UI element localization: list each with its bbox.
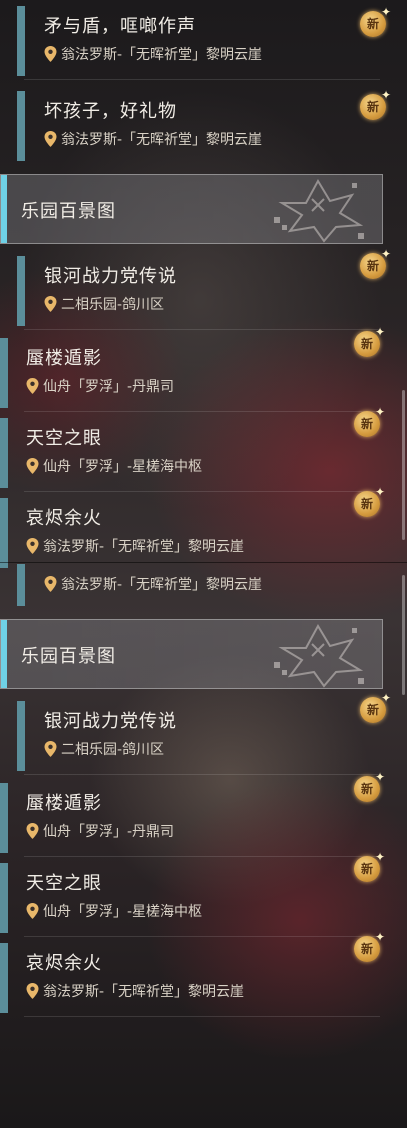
pane-seam — [0, 562, 407, 563]
quest-accent-bar — [0, 863, 8, 933]
quest-accent-bar — [17, 6, 25, 76]
quest-location: 翁法罗斯-「无晖祈堂」黎明云崖 — [44, 574, 262, 594]
quest-item[interactable]: 天空之眼 仙舟「罗浮」-星槎海中枢 — [0, 414, 380, 492]
quest-title: 银河战力党传说 — [44, 266, 177, 287]
row-divider — [24, 936, 380, 937]
quest-title: 蜃楼遁影 — [26, 348, 102, 369]
quest-item[interactable]: 哀烬余火 翁法罗斯-「无晖祈堂」黎明云崖 — [0, 494, 380, 572]
map-pin-icon — [26, 458, 39, 474]
quest-location-text: 仙舟「罗浮」-星槎海中枢 — [43, 904, 203, 920]
new-badge-icon: 新 ✦ — [358, 6, 391, 40]
category-title: 乐园百景图 — [21, 201, 116, 222]
new-badge-icon: 新 ✦ — [352, 326, 385, 360]
category-header[interactable]: 乐园百景图 — [0, 174, 383, 244]
quest-item[interactable]: 坏孩子，好礼物 翁法罗斯-「无晖祈堂」黎明云崖 — [0, 87, 380, 165]
new-badge-icon: 新 ✦ — [352, 406, 385, 440]
map-pin-icon — [44, 131, 57, 147]
quest-location: 翁法罗斯-「无晖祈堂」黎明云崖 — [26, 536, 244, 556]
quest-location: 翁法罗斯-「无晖祈堂」黎明云崖 — [44, 44, 262, 64]
map-pin-icon — [44, 46, 57, 62]
map-pin-icon — [26, 823, 39, 839]
category-title: 乐园百景图 — [21, 646, 116, 667]
row-divider — [24, 411, 380, 412]
quest-title: 哀烬余火 — [26, 953, 102, 974]
quest-item[interactable]: 蜃楼遁影 仙舟「罗浮」-丹鼎司 — [0, 334, 380, 412]
garden-emblem-icon — [274, 178, 364, 243]
quest-location-text: 仙舟「罗浮」-丹鼎司 — [43, 824, 175, 840]
map-pin-icon — [26, 378, 39, 394]
quest-item[interactable]: 银河战力党传说 二相乐园-鸽川区 — [0, 697, 380, 775]
new-badge-icon: 新 ✦ — [352, 486, 385, 520]
row-divider — [24, 856, 380, 857]
quest-location: 二相乐园-鸽川区 — [44, 739, 164, 759]
quest-item[interactable]: 矛与盾，哐啷作声 翁法罗斯-「无晖祈堂」黎明云崖 — [0, 2, 380, 80]
quest-accent-bar — [0, 418, 8, 488]
row-divider — [24, 491, 380, 492]
quest-location-text: 翁法罗斯-「无晖祈堂」黎明云崖 — [61, 132, 263, 148]
quest-accent-bar — [0, 338, 8, 408]
quest-location: 翁法罗斯-「无晖祈堂」黎明云崖 — [26, 981, 244, 1001]
row-divider — [24, 1016, 380, 1017]
quest-title: 天空之眼 — [26, 873, 102, 894]
quest-location-text: 仙舟「罗浮」-丹鼎司 — [43, 379, 175, 395]
new-badge-icon: 新 ✦ — [358, 692, 391, 726]
category-accent — [1, 620, 7, 688]
quest-title: 坏孩子，好礼物 — [44, 101, 177, 122]
new-badge-icon: 新 ✦ — [358, 248, 391, 282]
quest-title: 矛与盾，哐啷作声 — [44, 16, 196, 37]
quest-accent-bar — [0, 943, 8, 1013]
quest-accent-bar — [17, 701, 25, 771]
map-pin-icon — [44, 296, 57, 312]
quest-location-text: 翁法罗斯-「无晖祈堂」黎明云崖 — [43, 984, 245, 1000]
quest-item[interactable]: 蜃楼遁影 仙舟「罗浮」-丹鼎司 — [0, 779, 380, 857]
category-accent — [1, 175, 7, 243]
new-badge-icon: 新 ✦ — [352, 851, 385, 885]
new-badge-icon: 新 ✦ — [352, 931, 385, 965]
quest-accent-bar — [0, 783, 8, 853]
new-badge-icon: 新 ✦ — [358, 89, 391, 123]
quest-title: 哀烬余火 — [26, 508, 102, 529]
scrollbar[interactable] — [402, 575, 405, 695]
map-pin-icon — [26, 983, 39, 999]
row-divider — [24, 79, 380, 80]
quest-item[interactable]: 天空之眼 仙舟「罗浮」-星槎海中枢 — [0, 859, 380, 937]
quest-location: 二相乐园-鸽川区 — [44, 294, 164, 314]
quest-location-text: 二相乐园-鸽川区 — [61, 742, 165, 758]
map-pin-icon — [44, 741, 57, 757]
quest-accent-bar — [17, 91, 25, 161]
row-divider — [24, 329, 380, 330]
quest-location-text: 翁法罗斯-「无晖祈堂」黎明云崖 — [61, 47, 263, 63]
quest-item[interactable]: 哀烬余火 翁法罗斯-「无晖祈堂」黎明云崖 — [0, 939, 380, 1017]
map-pin-icon — [26, 538, 39, 554]
row-divider — [24, 774, 380, 775]
scrollbar[interactable] — [402, 390, 405, 540]
quest-location-text: 二相乐园-鸽川区 — [61, 297, 165, 313]
quest-location: 翁法罗斯-「无晖祈堂」黎明云崖 — [44, 129, 262, 149]
map-pin-icon — [44, 576, 57, 592]
quest-location: 仙舟「罗浮」-星槎海中枢 — [26, 901, 202, 921]
quest-location-text: 仙舟「罗浮」-星槎海中枢 — [43, 459, 203, 475]
quest-location-text: 翁法罗斯-「无晖祈堂」黎明云崖 — [43, 539, 245, 555]
quest-title: 天空之眼 — [26, 428, 102, 449]
quest-title: 银河战力党传说 — [44, 711, 177, 732]
quest-location-text: 翁法罗斯-「无晖祈堂」黎明云崖 — [61, 577, 263, 593]
quest-accent-bar — [0, 498, 8, 568]
quest-title: 蜃楼遁影 — [26, 793, 102, 814]
quest-location: 仙舟「罗浮」-星槎海中枢 — [26, 456, 202, 476]
new-badge-icon: 新 ✦ — [352, 771, 385, 805]
garden-emblem-icon — [274, 623, 364, 688]
map-pin-icon — [26, 903, 39, 919]
quest-accent-bar — [17, 256, 25, 326]
quest-location: 仙舟「罗浮」-丹鼎司 — [26, 821, 174, 841]
quest-item[interactable]: 银河战力党传说 二相乐园-鸽川区 — [0, 252, 380, 330]
quest-location: 仙舟「罗浮」-丹鼎司 — [26, 376, 174, 396]
category-header[interactable]: 乐园百景图 — [0, 619, 383, 689]
